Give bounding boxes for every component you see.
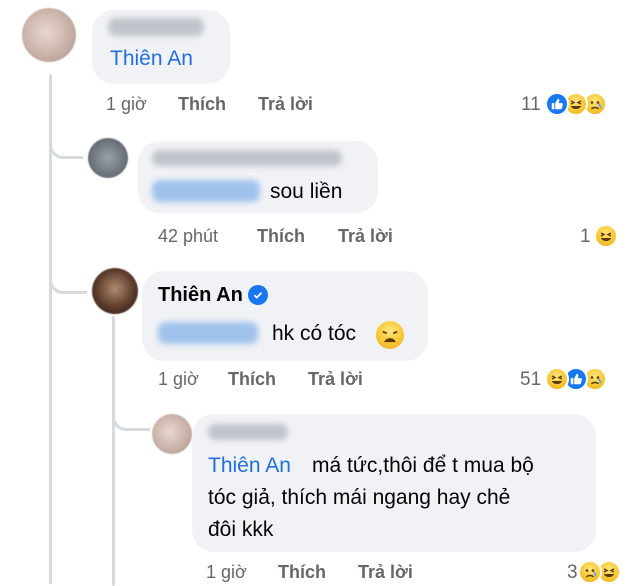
comment-text-line-2: tóc giả, thích mái ngang hay chẻ (208, 486, 511, 509)
thread-elbow-c2 (49, 132, 83, 159)
reply-label[interactable]: Trả lời (338, 226, 393, 246)
avatar[interactable] (22, 8, 76, 62)
like-label[interactable]: Thích (228, 369, 276, 389)
like-label[interactable]: Thích (178, 94, 226, 114)
comment-text: sou liền (270, 180, 343, 203)
thread-elbow-c3 (49, 268, 87, 294)
verified-badge-icon (248, 285, 268, 305)
comment-time[interactable]: 42 phút (158, 226, 218, 247)
haha-icon (594, 224, 618, 248)
reply-label[interactable]: Trả lời (258, 94, 313, 114)
like-label[interactable]: Thích (257, 226, 305, 246)
blurred-mention (152, 180, 260, 202)
like-button[interactable]: Thích (178, 94, 226, 115)
reply-button[interactable]: Trả lời (358, 562, 413, 583)
reply-button[interactable]: Trả lời (338, 226, 393, 247)
reaction-count[interactable]: 11 (521, 94, 541, 116)
thread-elbow-c4 (112, 405, 150, 431)
avatar[interactable] (92, 268, 138, 314)
comment-text: hk có tóc (272, 318, 356, 350)
comment-text-line-1: má tức,thôi để t mua bộ (312, 454, 534, 477)
like-button[interactable]: Thích (257, 226, 305, 247)
like-button[interactable]: Thích (228, 369, 276, 390)
mentioned-user-link[interactable]: Thiên An (208, 454, 291, 478)
reaction-count[interactable]: 3 (567, 562, 578, 584)
reply-label[interactable]: Trả lời (358, 562, 413, 582)
mentioned-user-link[interactable]: Thiên An (110, 47, 193, 71)
blurred-author-name (152, 150, 342, 166)
reply-button[interactable]: Trả lời (258, 94, 313, 115)
avatar[interactable] (152, 414, 192, 454)
blurred-author-name (208, 424, 288, 440)
avatar[interactable] (88, 138, 128, 178)
haha-icon (545, 367, 569, 391)
reply-button[interactable]: Trả lời (308, 369, 363, 390)
blurred-author-name (108, 18, 204, 36)
comment-author[interactable]: Thiên An (158, 284, 243, 307)
like-label[interactable]: Thích (278, 562, 326, 582)
thread-line-sub (112, 316, 115, 586)
reply-label[interactable]: Trả lời (308, 369, 363, 389)
like-icon (545, 92, 569, 116)
sad-icon (578, 560, 602, 584)
comment-time[interactable]: 1 giờ (158, 369, 199, 390)
reaction-count[interactable]: 51 (520, 369, 541, 391)
comment-text-line-3: đôi kkk (208, 518, 274, 541)
blurred-mention (158, 322, 258, 344)
comment-time[interactable]: 1 giờ (106, 94, 147, 115)
comment-time[interactable]: 1 giờ (206, 562, 247, 583)
comment-text-body: hk có tóc (272, 322, 357, 345)
like-button[interactable]: Thích (278, 562, 326, 583)
reaction-count[interactable]: 1 (580, 226, 591, 248)
weary-face-icon (376, 321, 404, 349)
